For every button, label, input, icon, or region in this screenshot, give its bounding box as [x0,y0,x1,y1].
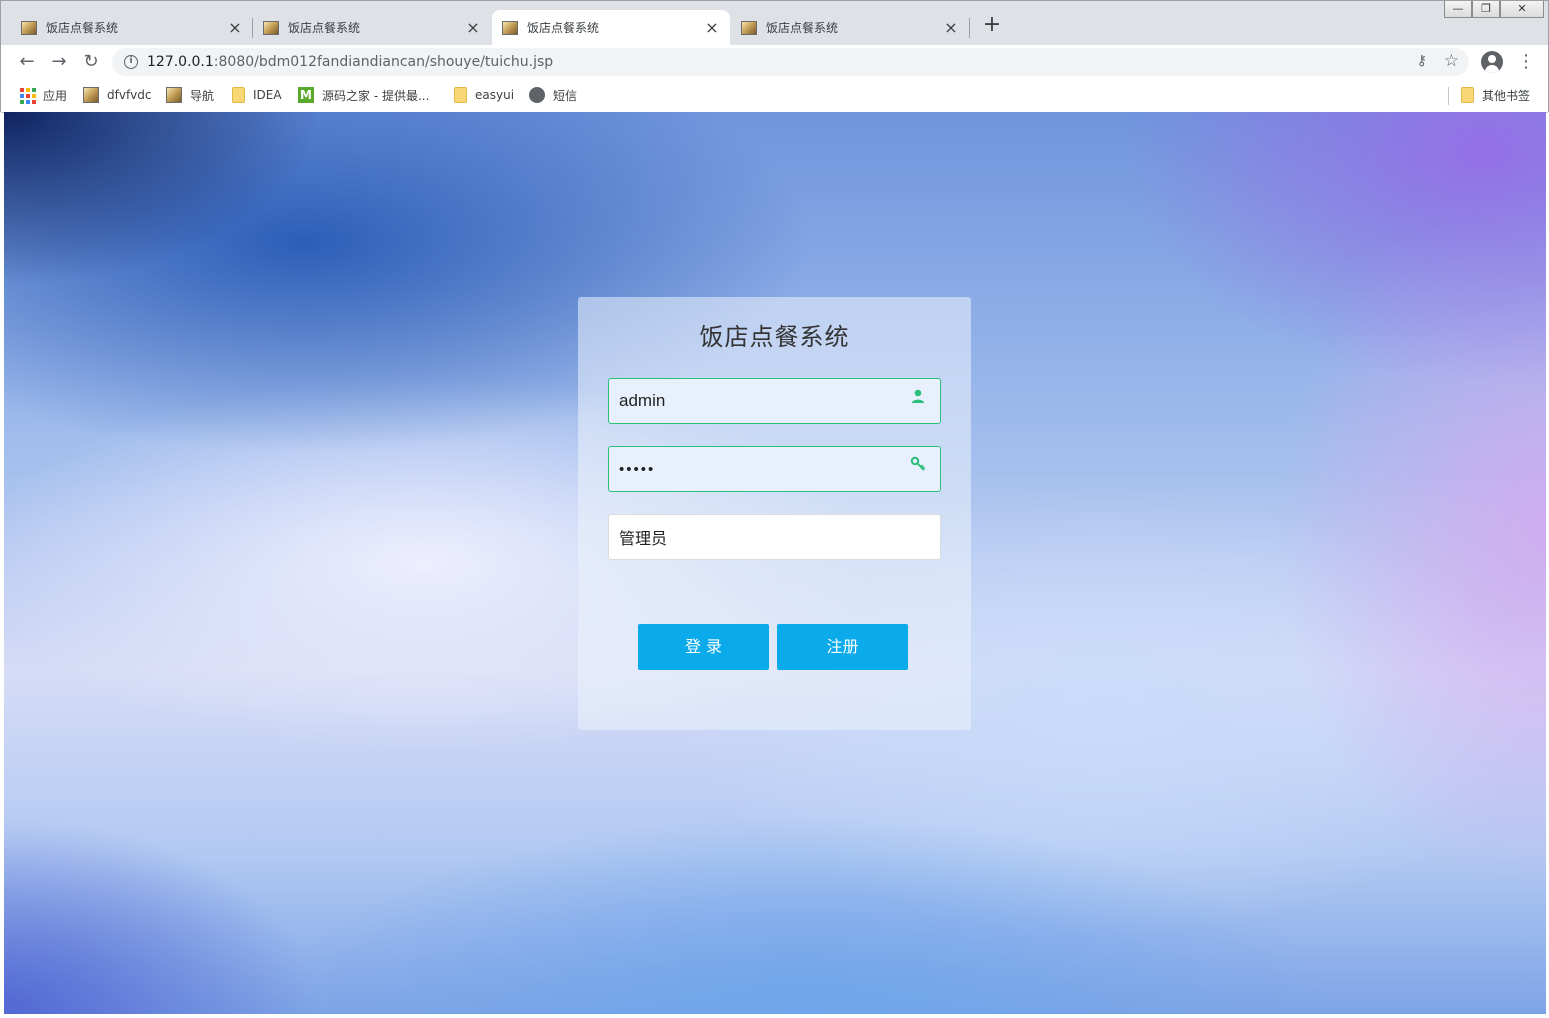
bookmark-idea[interactable]: IDEA [232,85,282,105]
address-bar[interactable]: i 127.0.0.1:8080/bdm012fandiandiancan/sh… [112,48,1469,76]
role-select[interactable]: 管理员 [608,514,941,560]
new-tab-button[interactable]: + [982,14,1002,37]
user-icon [912,389,924,403]
page-favicon-icon [21,20,37,35]
tab-3-active[interactable]: 饭店点餐系统 × [492,10,730,45]
bookmark-easyui[interactable]: easyui [454,85,514,105]
image-icon [166,87,182,103]
folder-icon [1461,87,1474,103]
m-logo-icon: M [298,87,314,103]
folder-icon [454,87,467,103]
tab-title: 饭店点餐系统 [46,21,119,35]
key-icon [910,456,926,471]
tab-close-icon[interactable]: × [704,19,720,36]
page-favicon-icon [263,20,279,35]
bookmark-star-icon[interactable]: ☆ [1444,51,1459,71]
minimize-button[interactable]: — [1444,1,1472,18]
window-controls: — ❐ ✕ [1444,1,1544,18]
bookmark-daohang[interactable]: 导航 [166,85,214,105]
image-icon [83,87,99,103]
page-favicon-icon [502,20,518,35]
login-button[interactable]: 登 录 [638,624,769,670]
register-button[interactable]: 注册 [777,624,908,670]
bookmark-label: 导航 [190,88,215,103]
url-path: :8080/bdm012fandiandiancan/shouye/tuichu… [213,54,554,70]
back-arrow-icon[interactable]: ← [15,50,39,74]
tab-title: 饭店点餐系统 [766,21,839,35]
password-key-icon[interactable]: ⚷ [1417,53,1427,69]
username-value: admin [619,391,666,410]
password-value: ••••• [619,460,656,478]
bookmark-label: dfvfvdc [107,88,152,102]
bookmark-label: IDEA [253,88,282,102]
bookmarks-separator [1448,87,1449,105]
bookmark-label: 应用 [43,88,68,103]
bookmark-other[interactable]: 其他书签 [1461,85,1530,105]
page-background: 饭店点餐系统 admin ••••• 管理员 登 录 注册 [4,112,1546,1014]
apps-grid-icon [19,87,36,104]
globe-icon [529,87,545,103]
window-close-button[interactable]: ✕ [1500,1,1544,18]
tab-title: 饭店点餐系统 [527,21,600,35]
tab-close-icon[interactable]: × [943,19,959,36]
bookmarks-bar: 应用 dfvfvdc 导航 IDEA M 源码之家 - 提供最... easyu… [1,79,1548,113]
login-panel: 饭店点餐系统 admin ••••• 管理员 登 录 注册 [578,297,971,730]
restore-button[interactable]: ❐ [1472,1,1500,18]
tab-4[interactable]: 饭店点餐系统 × [731,10,969,45]
tab-title: 饭店点餐系统 [288,21,361,35]
tab-1[interactable]: 饭店点餐系统 × [1,10,253,45]
reload-icon[interactable]: ↻ [79,50,103,74]
bookmark-label: easyui [475,88,515,102]
tab-close-icon[interactable]: × [227,19,243,36]
bookmark-yuanma[interactable]: M 源码之家 - 提供最... [298,85,429,105]
page-favicon-icon [741,20,757,35]
bookmark-label: 其他书签 [1482,88,1531,103]
profile-avatar-icon[interactable] [1481,51,1503,73]
bookmark-label: 源码之家 - 提供最... [322,88,430,103]
tab-strip: 饭店点餐系统 × 饭店点餐系统 × 饭店点餐系统 × 饭店点餐系统 × + — … [1,1,1549,45]
browser-menu-icon[interactable]: ⋮ [1517,50,1535,74]
site-info-icon[interactable]: i [124,55,138,69]
bookmark-duanxin[interactable]: 短信 [529,85,577,105]
bookmark-apps[interactable]: 应用 [19,85,67,105]
browser-toolbar: ← → ↻ i 127.0.0.1:8080/bdm012fandiandian… [1,45,1548,79]
page-title: 饭店点餐系统 [699,323,850,351]
tab-2[interactable]: 饭店点餐系统 × [253,10,491,45]
username-input[interactable]: admin [608,378,941,424]
tab-close-icon[interactable]: × [465,19,481,36]
browser-chrome: 饭店点餐系统 × 饭店点餐系统 × 饭店点餐系统 × 饭店点餐系统 × + — … [0,0,1549,113]
url-text[interactable]: 127.0.0.1:8080/bdm012fandiandiancan/shou… [147,54,553,70]
bookmark-label: 短信 [553,88,578,103]
folder-icon [232,87,245,103]
tab-separator [969,18,970,38]
forward-arrow-icon[interactable]: → [47,50,71,74]
password-input[interactable]: ••••• [608,446,941,492]
url-host: 127.0.0.1 [147,54,214,70]
role-value: 管理员 [619,531,668,548]
bookmark-dfvfvdc[interactable]: dfvfvdc [83,85,151,105]
